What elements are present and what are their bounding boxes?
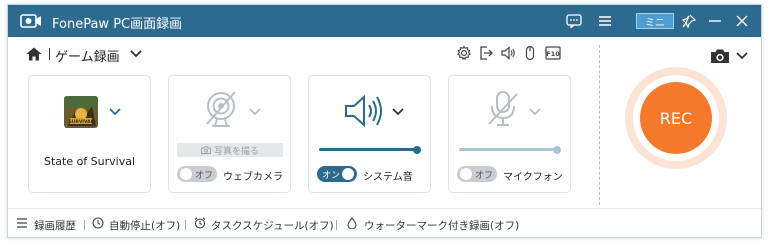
- task-schedule-link[interactable]: タスクスケジュール(オフ): [211, 218, 334, 233]
- microphone-card[interactable]: オフ マイクフォン: [448, 75, 571, 193]
- pin-icon[interactable]: [679, 11, 699, 31]
- f10-hotkey-icon[interactable]: F10: [545, 45, 561, 61]
- settings-icon[interactable]: [456, 45, 472, 61]
- toggle-knob: [460, 168, 472, 180]
- toggle-knob: [180, 168, 192, 180]
- home-icon[interactable]: [26, 47, 42, 61]
- toolbar: ゲーム録画 F10: [8, 37, 761, 69]
- footer-separator: [336, 220, 337, 230]
- camera-icon[interactable]: [710, 48, 730, 64]
- watermark-recording-link[interactable]: ウォーターマーク付き録画(オフ): [364, 218, 519, 233]
- list-icon[interactable]: [16, 217, 28, 229]
- mini-mode-button[interactable]: ミニ: [636, 13, 674, 29]
- system-sound-label: システム音: [363, 172, 413, 183]
- toggle-text: オフ: [475, 171, 494, 181]
- app-title: FonePaw PC画面録画: [52, 17, 183, 32]
- footer-separator: [84, 220, 85, 230]
- chevron-down-icon[interactable]: [392, 108, 404, 116]
- game-source-card[interactable]: SURVIVAL State of Survival: [28, 75, 151, 193]
- speaker-icon[interactable]: [500, 45, 516, 61]
- webcam-toggle[interactable]: オフ: [177, 166, 217, 182]
- footer-bar: 録画履歴 自動停止(オフ) タスクスケジュール(オフ) ウォーターマーク付き録画…: [8, 208, 761, 238]
- webcam-card[interactable]: 写真を撮る オフ ウェブカメラ: [168, 75, 291, 193]
- minimize-icon[interactable]: [705, 11, 725, 31]
- recording-history-link[interactable]: 録画履歴: [34, 218, 76, 233]
- mic-volume-track[interactable]: [459, 148, 561, 151]
- chevron-down-icon[interactable]: [130, 50, 142, 58]
- svg-text:SURVIVAL: SURVIVAL: [68, 119, 93, 125]
- chevron-down-icon[interactable]: [736, 52, 748, 60]
- rec-button-halo: REC: [625, 67, 727, 169]
- rec-button-ring: REC: [633, 75, 719, 161]
- recording-mode-label[interactable]: ゲーム録画: [55, 46, 120, 65]
- toggle-text: オン: [322, 171, 341, 181]
- snapshot-icon: [201, 146, 211, 154]
- speaker-icon: [345, 94, 382, 128]
- game-thumbnail-icon: SURVIVAL: [64, 96, 98, 128]
- svg-text:F10: F10: [546, 50, 560, 58]
- game-name-label: State of Survival: [43, 155, 136, 168]
- system-sound-toggle[interactable]: オン: [317, 166, 357, 182]
- alarm-clock-icon[interactable]: [194, 217, 206, 229]
- microphone-label: マイクフォン: [503, 172, 563, 183]
- mic-volume-fill: [459, 148, 561, 151]
- close-icon[interactable]: [732, 11, 752, 31]
- auto-stop-link[interactable]: 自動停止(オフ): [109, 218, 180, 233]
- export-icon[interactable]: [478, 45, 494, 61]
- title-bar: FonePaw PC画面録画 ミニ: [8, 5, 761, 37]
- mouse-icon[interactable]: [522, 45, 538, 61]
- clock-icon[interactable]: [92, 217, 104, 229]
- mic-volume-knob[interactable]: [553, 146, 561, 154]
- mode-separator: [49, 48, 50, 60]
- menu-icon[interactable]: [595, 11, 615, 31]
- chevron-down-icon[interactable]: [249, 108, 261, 116]
- microphone-disabled-icon: [488, 91, 518, 126]
- app-window: FonePaw PC画面録画 ミニ ゲーム録画 F10 SURVIVAL Sta…: [7, 4, 762, 238]
- feedback-icon[interactable]: [564, 11, 584, 31]
- take-photo-label: 写真を撮る: [213, 146, 259, 157]
- take-photo-button[interactable]: 写真を撮る: [177, 143, 283, 157]
- webcam-label: ウェブカメラ: [223, 172, 283, 183]
- section-divider: [599, 45, 600, 205]
- chevron-down-icon[interactable]: [529, 108, 541, 116]
- toggle-text: オフ: [195, 171, 214, 181]
- system-volume-fill: [319, 148, 421, 151]
- toggle-knob: [342, 168, 354, 180]
- footer-separator: [185, 220, 186, 230]
- system-volume-track[interactable]: [319, 148, 421, 151]
- system-sound-card[interactable]: オン システム音: [308, 75, 431, 193]
- chevron-down-icon[interactable]: [109, 108, 121, 116]
- microphone-toggle[interactable]: オフ: [457, 166, 497, 182]
- app-logo-icon: [20, 14, 41, 28]
- watermark-drop-icon[interactable]: [346, 217, 358, 229]
- system-volume-knob[interactable]: [413, 146, 421, 154]
- rec-button[interactable]: REC: [640, 82, 712, 154]
- webcam-disabled-icon: [206, 91, 236, 127]
